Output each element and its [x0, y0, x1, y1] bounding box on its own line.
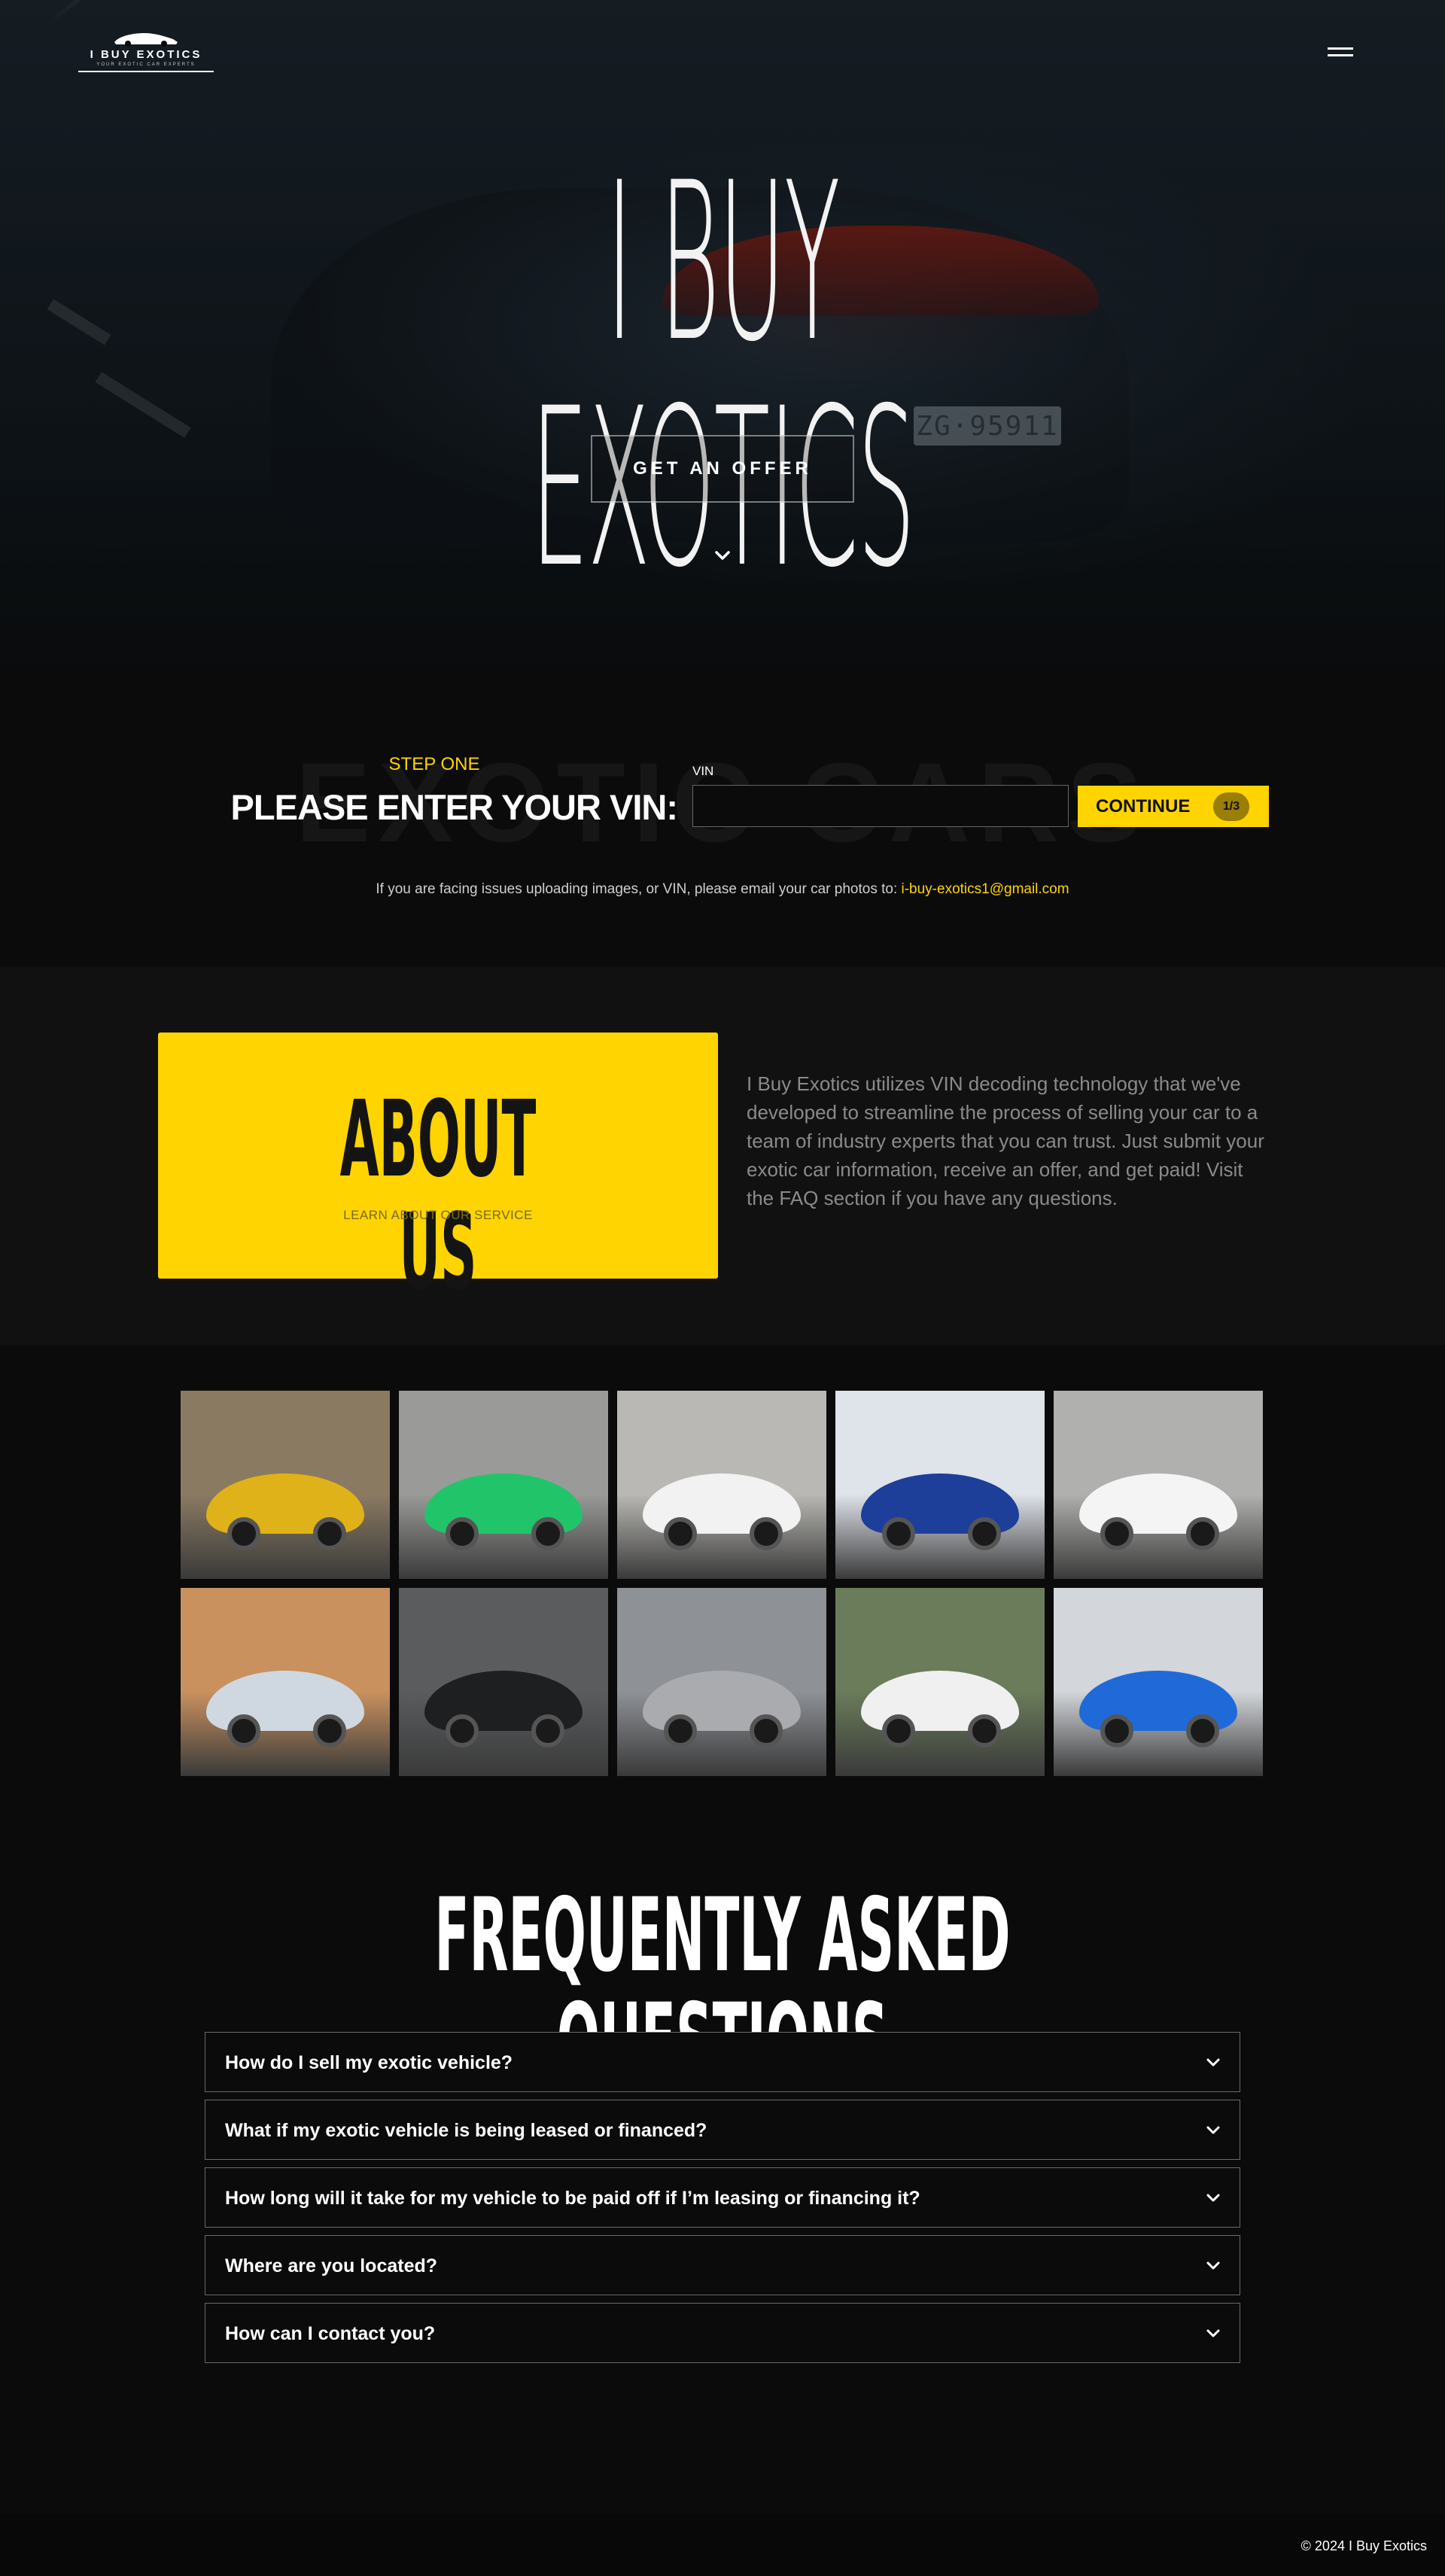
step-label: STEP ONE: [388, 754, 480, 774]
continue-label: CONTINUE: [1096, 796, 1191, 817]
car-wheel: [1186, 1517, 1219, 1550]
chevron-down-icon: [1206, 2058, 1220, 2067]
car-gallery: [181, 1391, 1264, 1776]
car-wheel: [882, 1714, 915, 1747]
faq-item[interactable]: How can I contact you?: [205, 2303, 1240, 2363]
car-wheel: [968, 1517, 1001, 1550]
hero-title: I BUY EXOTICS: [531, 136, 915, 616]
vin-section: EXOTIC CARS STEP ONE PLEASE ENTER YOUR V…: [0, 666, 1445, 967]
hamburger-menu-icon[interactable]: [1317, 44, 1364, 60]
chevron-down-icon: [1206, 2194, 1220, 2202]
silver-mclaren-sunset-photo[interactable]: [181, 1588, 390, 1776]
faq-question: How do I sell my exotic vehicle?: [225, 2052, 513, 2073]
blue-nissan-gtr-photo[interactable]: [835, 1391, 1045, 1579]
faq-list: How do I sell my exotic vehicle? What if…: [205, 2032, 1240, 2371]
chevron-down-icon: [1206, 2126, 1220, 2134]
chevron-down-icon: [1206, 2261, 1220, 2270]
car-wheel: [1100, 1517, 1133, 1550]
faq-question: How can I contact you?: [225, 2323, 436, 2344]
logo-text: I BUY EXOTICS: [90, 48, 202, 61]
car-wheel: [531, 1517, 564, 1550]
car-wheel: [446, 1714, 479, 1747]
green-porsche-photo[interactable]: [399, 1391, 608, 1579]
white-lamborghini-photo[interactable]: [617, 1391, 826, 1579]
car-wheel: [313, 1714, 346, 1747]
car-wheel: [750, 1517, 783, 1550]
step-progress-badge: 1/3: [1213, 792, 1249, 821]
about-section: ABOUT US LEARN ABOUT OUR SERVICE I Buy E…: [0, 967, 1445, 1345]
logo-tagline: YOUR EXOTIC CAR EXPERTS: [96, 62, 196, 67]
car-wheel: [1186, 1714, 1219, 1747]
about-subtitle: LEARN ABOUT OUR SERVICE: [343, 1208, 533, 1222]
faq-question: Where are you located?: [225, 2255, 438, 2276]
black-mclaren-garage-photo[interactable]: [399, 1588, 608, 1776]
car-wheel: [664, 1714, 697, 1747]
car-wheel: [968, 1714, 1001, 1747]
faq-item[interactable]: How long will it take for my vehicle to …: [205, 2167, 1240, 2228]
car-wheel: [227, 1714, 260, 1747]
car-wheel: [446, 1517, 479, 1550]
copyright-text: © 2024 I Buy Exotics: [1300, 2538, 1427, 2553]
vin-heading: PLEASE ENTER YOUR VIN:: [230, 787, 678, 827]
car-wheel: [750, 1714, 783, 1747]
faq-question: How long will it take for my vehicle to …: [225, 2188, 920, 2209]
car-wheel: [227, 1517, 260, 1550]
continue-button[interactable]: CONTINUE 1/3: [1078, 786, 1269, 827]
silver-porsche-gt3-photo[interactable]: [617, 1588, 826, 1776]
upload-help-message: If you are facing issues uploading image…: [376, 881, 902, 897]
site-footer: © 2024 I Buy Exotics: [0, 2514, 1445, 2576]
white-supercar-photo[interactable]: [1054, 1391, 1263, 1579]
faq-question: What if my exotic vehicle is being lease…: [225, 2120, 707, 2141]
vin-input[interactable]: [692, 785, 1069, 827]
menu-bar: [1328, 47, 1353, 50]
chevron-down-icon: [1206, 2329, 1220, 2337]
upload-help-text: If you are facing issues uploading image…: [0, 881, 1445, 898]
white-rolls-royce-cullinan-photo[interactable]: [835, 1588, 1045, 1776]
get-an-offer-button[interactable]: GET AN OFFER: [591, 435, 854, 503]
car-wheel: [664, 1517, 697, 1550]
menu-bar: [1328, 54, 1353, 56]
hero-section: ZG·95911 I BUY EXOTICS YOUR EXOTIC CAR E…: [0, 0, 1445, 666]
car-wheel: [531, 1714, 564, 1747]
faq-item[interactable]: What if my exotic vehicle is being lease…: [205, 2100, 1240, 2160]
about-card: ABOUT US LEARN ABOUT OUR SERVICE: [158, 1033, 718, 1309]
about-title: ABOUT US: [339, 1078, 537, 1314]
vin-field-label: VIN: [692, 764, 714, 778]
about-description: I Buy Exotics utilizes VIN decoding tech…: [747, 1072, 1264, 1209]
site-logo[interactable]: I BUY EXOTICS YOUR EXOTIC CAR EXPERTS: [78, 29, 214, 75]
support-email-link[interactable]: i-buy-exotics1@gmail.com: [902, 881, 1069, 897]
car-wheel: [882, 1517, 915, 1550]
logo-underline: [78, 71, 214, 72]
yellow-ferrari-photo[interactable]: [181, 1391, 390, 1579]
faq-item[interactable]: How do I sell my exotic vehicle?: [205, 2032, 1240, 2092]
car-wheel: [1100, 1714, 1133, 1747]
chevron-down-icon[interactable]: [710, 543, 735, 567]
sports-car-icon: [114, 33, 178, 47]
blue-white-porsche-photo[interactable]: [1054, 1588, 1263, 1776]
faq-item[interactable]: Where are you located?: [205, 2235, 1240, 2295]
car-wheel: [313, 1517, 346, 1550]
